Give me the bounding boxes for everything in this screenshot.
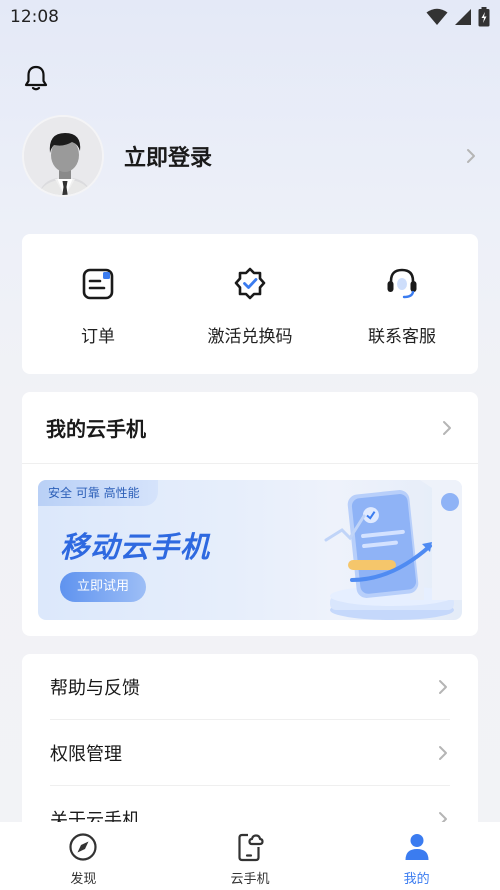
- chevron-right-icon: [439, 745, 447, 760]
- bottom-tab-bar: 发现 云手机 我的: [0, 822, 500, 890]
- status-time: 12:08: [10, 7, 59, 27]
- person-icon: [405, 834, 429, 860]
- customer-service-icon: [387, 268, 417, 299]
- banner-title: 移动云手机: [60, 530, 211, 564]
- my-cloud-phone-title: 我的云手机: [46, 417, 146, 441]
- banner-tagline: 安全 可靠 高性能: [38, 480, 158, 506]
- wifi-icon: [426, 8, 448, 25]
- order-icon: [82, 268, 114, 300]
- tab-label: 云手机: [230, 872, 270, 887]
- menu-item-label: 权限管理: [50, 743, 122, 765]
- menu-item-help-feedback[interactable]: 帮助与反馈: [50, 654, 450, 720]
- quick-action-label: 联系客服: [368, 327, 436, 347]
- quick-action-label: 激活兑换码: [207, 327, 293, 347]
- tab-mine[interactable]: 我的: [333, 822, 500, 890]
- cloud-phone-illustration: [324, 480, 462, 620]
- menu-item-label: 帮助与反馈: [50, 677, 140, 699]
- quick-action-order[interactable]: 订单: [22, 234, 174, 374]
- profile-login-row[interactable]: 立即登录: [22, 114, 478, 198]
- login-label[interactable]: 立即登录: [124, 140, 464, 172]
- tab-cloud-phone[interactable]: 云手机: [167, 822, 334, 890]
- quick-action-customer-service[interactable]: 联系客服: [326, 234, 478, 374]
- chevron-right-icon: [467, 149, 475, 163]
- cellular-signal-icon: [455, 9, 471, 25]
- quick-action-label: 订单: [81, 327, 115, 347]
- quick-actions-card: 订单 激活兑换码 联系客服: [22, 234, 478, 374]
- compass-icon: [69, 833, 97, 861]
- chevron-right-icon: [443, 420, 451, 435]
- my-cloud-phone-header[interactable]: 我的云手机: [22, 392, 478, 464]
- tab-discover[interactable]: 发现: [0, 822, 167, 890]
- try-now-button[interactable]: 立即试用: [60, 572, 146, 602]
- quick-action-activation-code[interactable]: 激活兑换码: [174, 234, 326, 374]
- battery-icon: [478, 7, 490, 27]
- notification-bell-icon[interactable]: [20, 62, 52, 94]
- cloud-phone-promo-banner[interactable]: 安全 可靠 高性能 移动云手机 立即试用: [38, 480, 462, 620]
- status-icons: [426, 7, 490, 27]
- my-cloud-phone-card: 我的云手机 安全 可靠 高性能 移动云手机 立即试用: [22, 392, 478, 636]
- activation-code-icon: [234, 267, 266, 300]
- cloud-phone-icon: [238, 833, 264, 862]
- status-bar: 12:08: [0, 0, 500, 34]
- menu-item-permissions[interactable]: 权限管理: [50, 720, 450, 786]
- default-avatar-icon: [24, 117, 102, 195]
- tab-label: 发现: [70, 872, 97, 887]
- avatar: [22, 115, 104, 197]
- chevron-right-icon: [439, 679, 447, 694]
- tab-label: 我的: [403, 872, 430, 887]
- settings-menu-card: 帮助与反馈 权限管理 关于云手机: [22, 654, 478, 844]
